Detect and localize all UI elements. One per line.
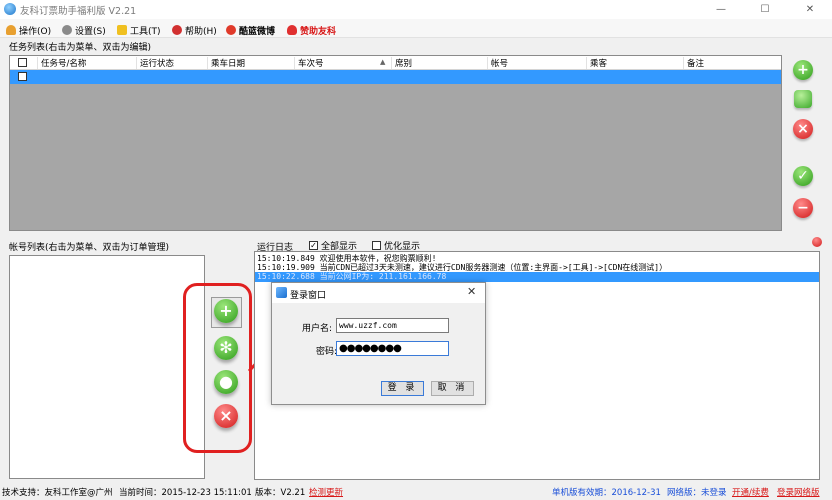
column-header[interactable]: 帐号 bbox=[487, 57, 587, 69]
status-bar: 技术支持：友科工作室@广州 当前时间：2015-12-23 15:11:01 版… bbox=[0, 487, 832, 500]
row-checkbox[interactable] bbox=[18, 72, 27, 81]
window-title: 友科订票助手福利版 V2.21 bbox=[20, 6, 137, 17]
standalone-valid-text: 单机版有效期：2016-12-31 bbox=[552, 488, 661, 498]
maximize-button[interactable]: ☐ bbox=[743, 0, 787, 19]
dialog-body: 用户名: www.uzzf.com 密码: ●●●●●●●● 登 录 取 消 bbox=[272, 303, 485, 404]
column-header[interactable]: 乘客 bbox=[586, 57, 684, 69]
menu-weibo-label: 酷篮微博 bbox=[239, 26, 276, 37]
select-all-checkbox[interactable] bbox=[18, 58, 27, 67]
menu-help-label: 帮助(H) bbox=[185, 26, 217, 37]
column-header[interactable]: 乘车日期 bbox=[207, 57, 295, 69]
check-circle-icon[interactable]: ✓ bbox=[793, 166, 813, 186]
gear-icon bbox=[62, 25, 72, 35]
column-header[interactable]: 备注 bbox=[683, 57, 781, 69]
plus-circle-icon[interactable]: + bbox=[793, 60, 813, 80]
cancel-button[interactable]: 取 消 bbox=[431, 381, 474, 396]
password-label: 密码: bbox=[316, 347, 338, 357]
log-line-selected: 15:10:22.688 当前公网IP为: 211.161.166.78 bbox=[255, 272, 819, 282]
table-row[interactable] bbox=[10, 70, 781, 84]
login-dialog: 登录窗口 ✕ 用户名: www.uzzf.com 密码: ●●●●●●●● 登 … bbox=[271, 282, 486, 405]
login-button[interactable]: 登 录 bbox=[381, 381, 424, 396]
column-header[interactable]: 任务号/名称 bbox=[37, 57, 137, 69]
menu-bar: 操作(O) 设置(S) 工具(T) 帮助(H) 酷篮微博 赞助友科 bbox=[0, 19, 832, 38]
task-table[interactable]: 任务号/名称 运行状态 乘车日期 车次号 ▲ 席别 帐号 乘客 备注 bbox=[9, 55, 782, 231]
menu-operate-label: 操作(O) bbox=[19, 26, 52, 37]
current-time: 当前时间：2015-12-23 15:11:01 bbox=[119, 488, 252, 498]
menu-tools-label: 工具(T) bbox=[130, 26, 161, 37]
username-label: 用户名: bbox=[302, 324, 333, 334]
checkbox-checked-icon: ✓ bbox=[309, 241, 318, 250]
check-update-link[interactable]: 检测更新 bbox=[309, 487, 343, 500]
username-field[interactable]: www.uzzf.com bbox=[336, 318, 449, 333]
checkbox-unchecked-icon bbox=[372, 241, 381, 250]
stop-icon[interactable] bbox=[812, 237, 822, 247]
menu-help[interactable]: 帮助(H) bbox=[172, 23, 217, 37]
support-text: 技术支持：友科工作室@广州 bbox=[2, 488, 113, 498]
sort-ascending-icon: ▲ bbox=[380, 58, 386, 66]
menu-weibo[interactable]: 酷篮微博 bbox=[226, 23, 275, 37]
password-field[interactable]: ●●●●●●●● bbox=[336, 341, 449, 356]
task-list-title: 任务列表(右击为菜单、双击为编辑) bbox=[9, 43, 152, 53]
app-icon bbox=[4, 3, 16, 15]
account-list[interactable] bbox=[9, 255, 205, 479]
copy-icon[interactable] bbox=[794, 90, 812, 108]
minus-circle-icon[interactable]: − bbox=[793, 198, 813, 218]
dialog-title: 登录窗口 bbox=[290, 291, 327, 301]
login-network-link[interactable]: 登录网络版 bbox=[777, 487, 820, 500]
user-icon bbox=[6, 25, 16, 35]
menu-sponsor-label: 赞助友科 bbox=[300, 26, 337, 37]
red-annotation-box bbox=[183, 283, 252, 453]
minimize-button[interactable]: — bbox=[699, 0, 743, 19]
dialog-close-icon[interactable]: ✕ bbox=[467, 285, 476, 298]
column-header[interactable]: 车次号 bbox=[294, 57, 391, 69]
help-icon bbox=[172, 25, 182, 35]
menu-sponsor[interactable]: 赞助友科 bbox=[287, 23, 336, 37]
menu-tools[interactable]: 工具(T) bbox=[117, 23, 161, 37]
title-bar: 友科订票助手福利版 V2.21 — ☐ ✕ bbox=[0, 0, 832, 19]
delete-icon[interactable]: × bbox=[793, 119, 813, 139]
menu-operate[interactable]: 操作(O) bbox=[6, 23, 51, 37]
heart-icon bbox=[287, 25, 297, 35]
account-list-title: 帐号列表(右击为菜单、双击为订单管理) bbox=[9, 243, 170, 253]
close-button[interactable]: ✕ bbox=[788, 0, 832, 19]
weibo-icon bbox=[226, 25, 236, 35]
version-text: 版本：V2.21 bbox=[255, 488, 306, 498]
open-renew-link[interactable]: 开通/续费 bbox=[732, 487, 769, 500]
menu-settings[interactable]: 设置(S) bbox=[62, 23, 106, 37]
network-edition-text: 网络版：未登录 bbox=[667, 488, 727, 498]
star-icon bbox=[117, 25, 127, 35]
menu-settings-label: 设置(S) bbox=[75, 26, 106, 37]
task-table-header: 任务号/名称 运行状态 乘车日期 车次号 ▲ 席别 帐号 乘客 备注 bbox=[10, 56, 781, 70]
column-header[interactable]: 席别 bbox=[391, 57, 488, 69]
dialog-app-icon bbox=[276, 287, 287, 298]
column-header[interactable]: 运行状态 bbox=[136, 57, 208, 69]
